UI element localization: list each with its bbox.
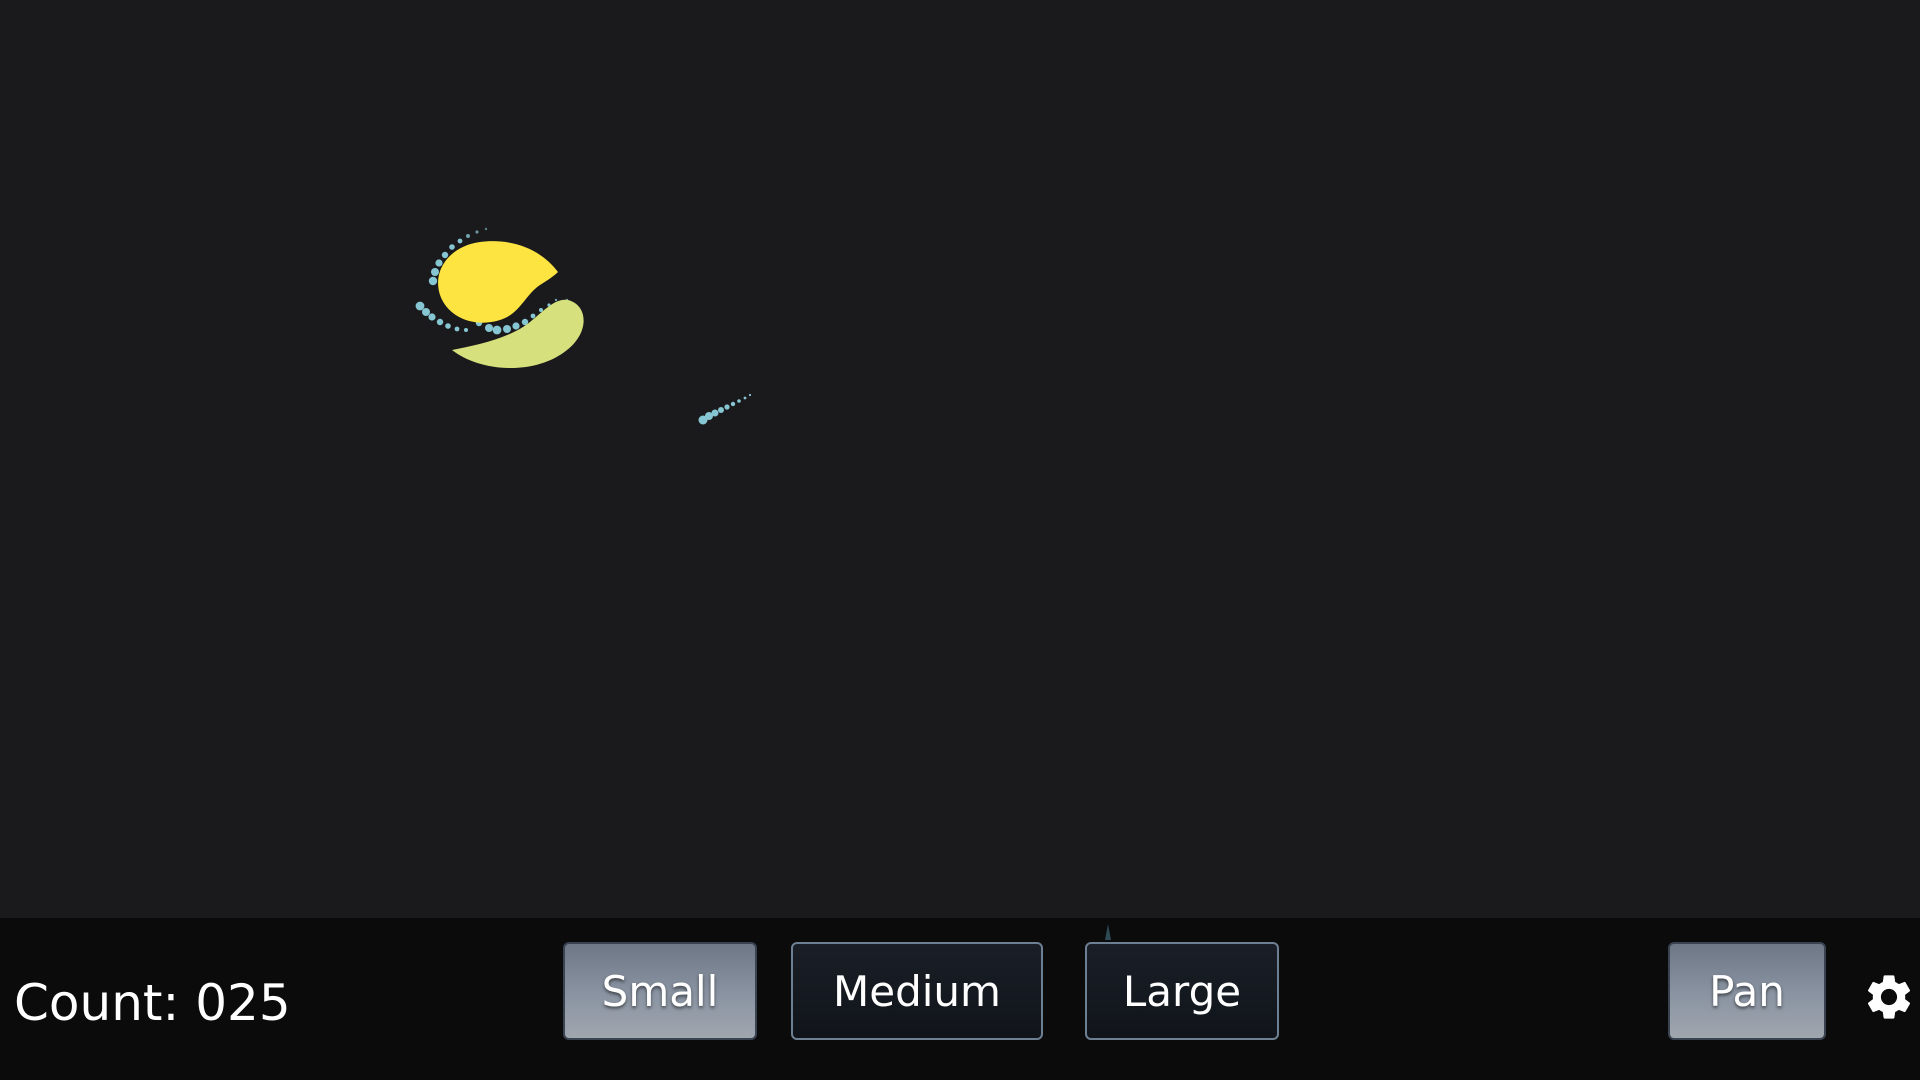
game-canvas[interactable]: [0, 0, 1920, 918]
large-button[interactable]: Large: [1085, 942, 1279, 1040]
pan-button[interactable]: Pan: [1668, 942, 1826, 1040]
bottom-toolbar: Count: 025 Small Medium Large Pan: [0, 918, 1920, 1080]
game-scene: [415, 227, 752, 425]
small-button[interactable]: Small: [563, 942, 757, 1040]
count-readout: Count: 025: [14, 974, 291, 1032]
medium-button-label: Medium: [833, 966, 1001, 1016]
small-button-label: Small: [601, 966, 719, 1016]
pan-button-label: Pan: [1709, 966, 1785, 1016]
comet-trail: [698, 393, 752, 425]
medium-button[interactable]: Medium: [791, 942, 1043, 1040]
toolbar-indicator-mark: [1105, 924, 1111, 940]
gear-icon[interactable]: [1862, 970, 1916, 1024]
large-button-label: Large: [1122, 966, 1242, 1016]
